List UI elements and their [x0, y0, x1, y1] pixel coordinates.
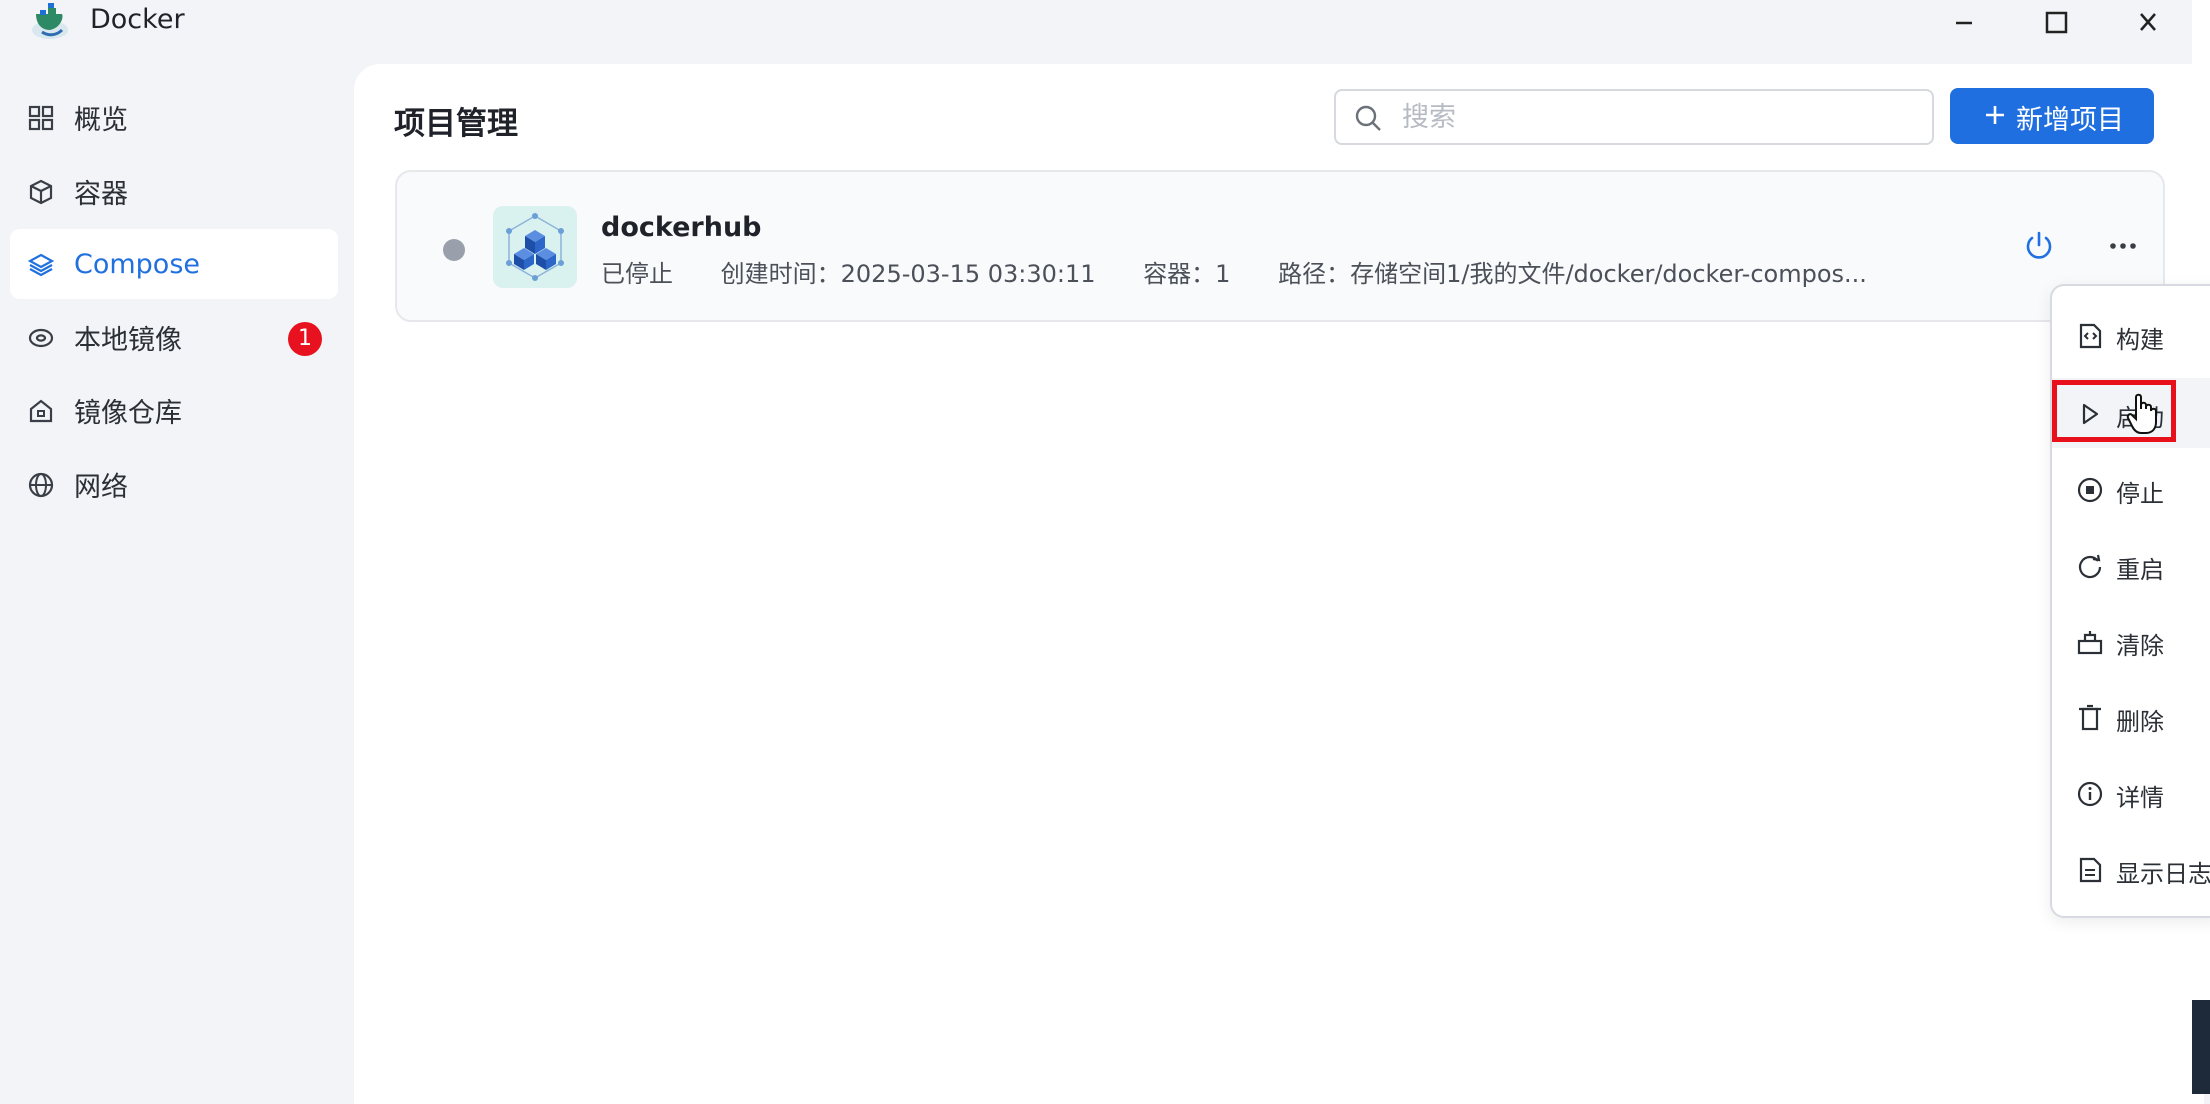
menu-item-stop[interactable]: 停止 — [2052, 454, 2210, 524]
menu-item-label: 构建 — [2116, 326, 2164, 354]
restart-icon — [2078, 554, 2102, 579]
stop-icon — [2077, 477, 2103, 503]
sidebar-item-registry[interactable]: 镜像仓库 — [10, 375, 338, 445]
project-status: 已停止 — [601, 260, 673, 288]
menu-item-label: 重启 — [2116, 556, 2164, 584]
menu-item-label: 停止 — [2116, 480, 2164, 508]
home-icon — [29, 399, 53, 423]
sidebar-item-local-images[interactable]: 本地镜像 1 — [10, 302, 338, 372]
menu-item-delete[interactable]: 删除 — [2052, 682, 2210, 752]
background-window-dark-area — [2192, 1000, 2210, 1094]
menu-item-clear[interactable]: 清除 — [2052, 606, 2210, 676]
globe-icon — [28, 472, 54, 498]
sidebar-item-label: 镜像仓库 — [74, 397, 182, 429]
power-icon[interactable] — [2021, 228, 2057, 264]
sidebar-item-containers[interactable]: 容器 — [10, 156, 338, 226]
project-card[interactable]: dockerhub 已停止 创建时间：2025-03-15 03:30:11 容… — [395, 170, 2165, 322]
sidebar-item-label: 概览 — [74, 104, 128, 136]
close-icon[interactable] — [2128, 6, 2168, 40]
sidebar-item-compose[interactable]: Compose — [10, 229, 338, 299]
status-dot — [443, 239, 465, 261]
main-panel: 项目管理 新增项目 — [354, 64, 2204, 1104]
clear-icon — [2077, 631, 2103, 655]
sidebar-item-label: 容器 — [74, 178, 128, 210]
page-title: 项目管理 — [394, 106, 518, 142]
project-created-time: 创建时间：2025-03-15 03:30:11 — [720, 260, 1096, 288]
project-path: 路径：存储空间1/我的文件/docker/docker-compos... — [1278, 260, 1867, 288]
cube-icon — [29, 179, 53, 205]
sidebar-item-network[interactable]: 网络 — [10, 449, 338, 519]
menu-item-details[interactable]: 详情 — [2052, 758, 2210, 828]
info-icon — [2077, 781, 2103, 807]
compose-project-icon — [493, 206, 577, 288]
search-box[interactable] — [1334, 89, 1934, 145]
add-project-button[interactable]: 新增项目 — [1950, 88, 2154, 144]
maximize-icon[interactable] — [2036, 6, 2076, 40]
menu-item-label: 显示日志 — [2116, 860, 2210, 888]
hand-cursor-icon — [2126, 393, 2157, 434]
search-input[interactable] — [1400, 97, 1904, 137]
plus-icon — [1986, 106, 2004, 124]
build-icon — [2079, 323, 2102, 349]
sidebar-item-label: 网络 — [74, 471, 128, 503]
notification-badge: 1 — [288, 322, 322, 356]
menu-item-restart[interactable]: 重启 — [2052, 530, 2210, 600]
menu-item-build[interactable]: 构建 — [2052, 300, 2210, 370]
menu-item-show-log[interactable]: 显示日志 — [2052, 834, 2210, 904]
minimize-icon[interactable] — [1944, 6, 1984, 40]
sidebar-item-label: 本地镜像 — [74, 324, 182, 356]
more-options-icon[interactable] — [2105, 238, 2141, 254]
app-title: Docker — [90, 4, 185, 35]
project-container-count: 容器：1 — [1143, 260, 1231, 288]
project-name: dockerhub — [601, 212, 762, 243]
docker-logo-icon — [32, 3, 68, 39]
disk-icon — [28, 328, 54, 348]
add-project-label: 新增项目 — [2016, 105, 2124, 136]
sidebar-item-label: Compose — [74, 248, 201, 280]
menu-item-label: 清除 — [2116, 632, 2164, 660]
project-meta: 已停止 创建时间：2025-03-15 03:30:11 容器：1 路径：存储空… — [601, 254, 1907, 289]
menu-item-label: 删除 — [2116, 708, 2164, 736]
layers-icon — [28, 253, 54, 277]
trash-icon — [2079, 704, 2101, 731]
menu-item-label: 详情 — [2116, 784, 2164, 812]
sidebar-item-overview[interactable]: 概览 — [10, 82, 338, 152]
title-bar: Docker — [0, 0, 2190, 46]
log-icon — [2079, 857, 2102, 883]
grid-icon — [28, 105, 54, 131]
search-icon — [1355, 105, 1381, 131]
